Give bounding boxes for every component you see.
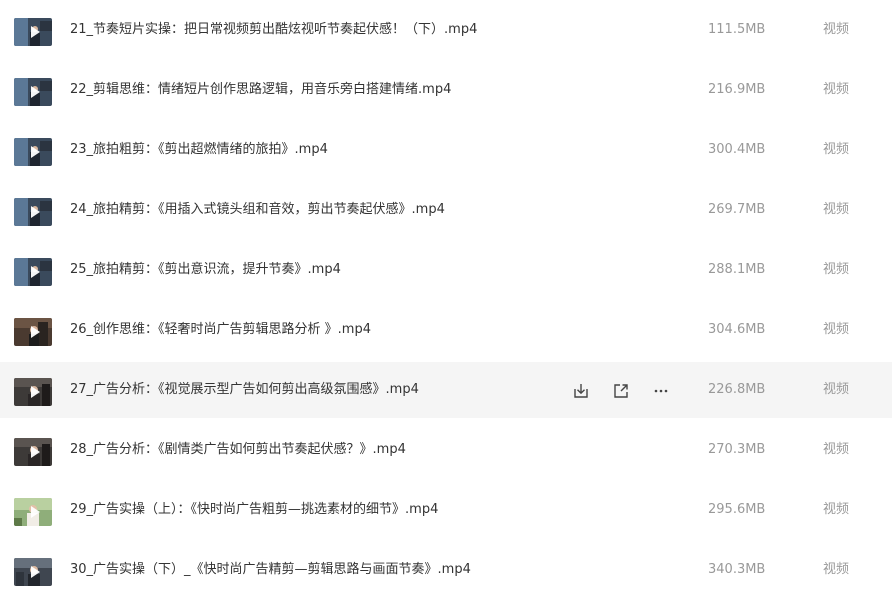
file-row[interactable]: 26_创作思维：《轻奢时尚广告剪辑思路分析 》.mp4 304.6MB 视频 bbox=[0, 302, 892, 358]
download-button[interactable] bbox=[570, 380, 592, 402]
file-row[interactable]: 21_节奏短片实操：把日常视频剪出酷炫视听节奏起伏感！（下）.mp4 111.5… bbox=[0, 2, 892, 58]
file-row[interactable]: 22_剪辑思维：情绪短片创作思路逻辑，用音乐旁白搭建情绪.mp4 216.9MB… bbox=[0, 62, 892, 118]
file-type: 视频 bbox=[823, 502, 850, 517]
share-icon bbox=[614, 384, 628, 398]
file-name[interactable]: 27_广告分析：《视觉展示型广告如何剪出高级氛围感》.mp4 bbox=[70, 381, 419, 399]
file-size: 295.6MB bbox=[708, 502, 766, 517]
file-size: 270.3MB bbox=[708, 442, 766, 457]
more-options-button[interactable] bbox=[650, 380, 672, 402]
file-type: 视频 bbox=[823, 382, 850, 397]
file-type: 视频 bbox=[823, 442, 850, 457]
video-thumbnail[interactable] bbox=[14, 258, 52, 286]
file-type: 视频 bbox=[823, 262, 850, 277]
file-name[interactable]: 23_旅拍粗剪：《剪出超燃情绪的旅拍》.mp4 bbox=[70, 141, 328, 159]
file-list: 21_节奏短片实操：把日常视频剪出酷炫视听节奏起伏感！（下）.mp4 111.5… bbox=[0, 0, 892, 600]
share-button[interactable] bbox=[610, 380, 632, 402]
file-row[interactable]: 27_广告分析：《视觉展示型广告如何剪出高级氛围感》.mp4 226.8MB 视… bbox=[0, 362, 892, 418]
file-type: 视频 bbox=[823, 322, 850, 337]
video-thumbnail[interactable] bbox=[14, 438, 52, 466]
file-row[interactable]: 30_广告实操（下）_《快时尚广告精剪—剪辑思路与画面节奏》.mp4 340.3… bbox=[0, 542, 892, 598]
video-thumbnail[interactable] bbox=[14, 198, 52, 226]
file-name[interactable]: 21_节奏短片实操：把日常视频剪出酷炫视听节奏起伏感！（下）.mp4 bbox=[70, 21, 477, 39]
video-thumbnail[interactable] bbox=[14, 558, 52, 586]
file-row[interactable]: 29_广告实操（上）：《快时尚广告粗剪—挑选素材的细节》.mp4 295.6MB… bbox=[0, 482, 892, 538]
file-name[interactable]: 30_广告实操（下）_《快时尚广告精剪—剪辑思路与画面节奏》.mp4 bbox=[70, 561, 471, 579]
file-row[interactable]: 28_广告分析：《剧情类广告如何剪出节奏起伏感？》.mp4 270.3MB 视频 bbox=[0, 422, 892, 478]
file-size: 300.4MB bbox=[708, 142, 766, 157]
download-icon bbox=[574, 384, 588, 398]
file-row[interactable]: 25_旅拍精剪：《剪出意识流，提升节奏》.mp4 288.1MB 视频 bbox=[0, 242, 892, 298]
video-thumbnail[interactable] bbox=[14, 318, 52, 346]
video-thumbnail[interactable] bbox=[14, 78, 52, 106]
file-type: 视频 bbox=[823, 202, 850, 217]
file-size: 304.6MB bbox=[708, 322, 766, 337]
file-type: 视频 bbox=[823, 82, 850, 97]
video-thumbnail[interactable] bbox=[14, 378, 52, 406]
file-name[interactable]: 26_创作思维：《轻奢时尚广告剪辑思路分析 》.mp4 bbox=[70, 321, 371, 339]
file-row[interactable]: 24_旅拍精剪：《用插入式镜头组和音效，剪出节奏起伏感》.mp4 269.7MB… bbox=[0, 182, 892, 238]
file-row[interactable]: 23_旅拍粗剪：《剪出超燃情绪的旅拍》.mp4 300.4MB 视频 bbox=[0, 122, 892, 178]
file-name[interactable]: 25_旅拍精剪：《剪出意识流，提升节奏》.mp4 bbox=[70, 261, 341, 279]
file-size: 216.9MB bbox=[708, 82, 766, 97]
file-name[interactable]: 28_广告分析：《剧情类广告如何剪出节奏起伏感？》.mp4 bbox=[70, 441, 406, 459]
file-size: 288.1MB bbox=[708, 262, 766, 277]
video-thumbnail[interactable] bbox=[14, 498, 52, 526]
file-name[interactable]: 29_广告实操（上）：《快时尚广告粗剪—挑选素材的细节》.mp4 bbox=[70, 501, 438, 519]
video-thumbnail[interactable] bbox=[14, 138, 52, 166]
file-name[interactable]: 24_旅拍精剪：《用插入式镜头组和音效，剪出节奏起伏感》.mp4 bbox=[70, 201, 445, 219]
file-size: 226.8MB bbox=[708, 382, 766, 397]
file-type: 视频 bbox=[823, 22, 850, 37]
file-size: 269.7MB bbox=[708, 202, 766, 217]
file-name[interactable]: 22_剪辑思维：情绪短片创作思路逻辑，用音乐旁白搭建情绪.mp4 bbox=[70, 81, 451, 99]
file-size: 340.3MB bbox=[708, 562, 766, 577]
video-thumbnail[interactable] bbox=[14, 18, 52, 46]
file-type: 视频 bbox=[823, 142, 850, 157]
more-dots-icon bbox=[654, 389, 668, 393]
file-type: 视频 bbox=[823, 562, 850, 577]
file-size: 111.5MB bbox=[708, 22, 766, 37]
